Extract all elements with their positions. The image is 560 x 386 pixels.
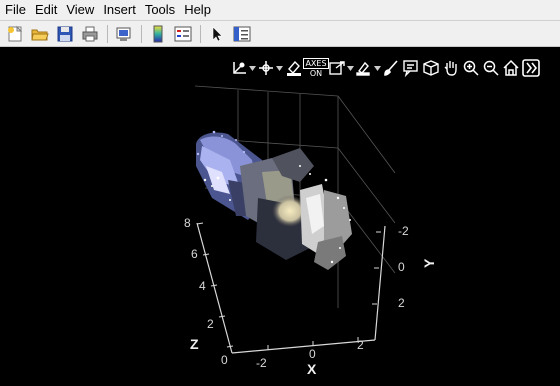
- z-tick: 6: [191, 247, 198, 261]
- property-inspector-icon[interactable]: [231, 23, 253, 45]
- menu-insert[interactable]: Insert: [98, 0, 140, 20]
- print-preview-icon[interactable]: [113, 23, 135, 45]
- print-icon[interactable]: [79, 23, 101, 45]
- toolbar-separator: [107, 24, 108, 43]
- new-figure-icon[interactable]: [4, 23, 26, 45]
- toolbar-separator: [200, 24, 201, 43]
- select-pointer-icon[interactable]: [206, 23, 228, 45]
- x-tick: 2: [357, 338, 364, 352]
- menu-bar: File Edit View Insert Tools Help: [0, 0, 560, 21]
- y-tick: 2: [398, 296, 405, 310]
- z-tick: 2: [207, 317, 214, 331]
- x-tick: 0: [309, 347, 316, 361]
- save-icon[interactable]: [54, 23, 76, 45]
- z-tick: 8: [184, 216, 191, 230]
- menu-file[interactable]: File: [0, 0, 30, 20]
- y-tick: -2: [398, 224, 409, 238]
- x-tick: -2: [256, 356, 267, 370]
- axes-3d[interactable]: 8 6 4 2 0 Z -2 0 2 X -2 0 2 Y: [0, 48, 560, 386]
- z-tick: 0: [221, 353, 228, 367]
- z-axis-label: Z: [190, 336, 199, 352]
- x-axis-label: X: [307, 361, 317, 377]
- toolbar-separator: [141, 24, 142, 43]
- menu-edit[interactable]: Edit: [30, 0, 61, 20]
- open-file-icon[interactable]: [29, 23, 51, 45]
- menu-tools[interactable]: Tools: [140, 0, 179, 20]
- legend-icon[interactable]: [172, 23, 194, 45]
- z-tick: 4: [199, 279, 206, 293]
- colorbar-icon[interactable]: [147, 23, 169, 45]
- y-tick: 0: [398, 260, 405, 274]
- y-axis-label: Y: [421, 258, 437, 268]
- figure-toolbar: [0, 21, 560, 47]
- menu-help[interactable]: Help: [179, 0, 215, 20]
- menu-view[interactable]: View: [61, 0, 98, 20]
- point-cloud: [196, 130, 352, 270]
- y-axis-ticks: -2 0 2: [398, 224, 409, 310]
